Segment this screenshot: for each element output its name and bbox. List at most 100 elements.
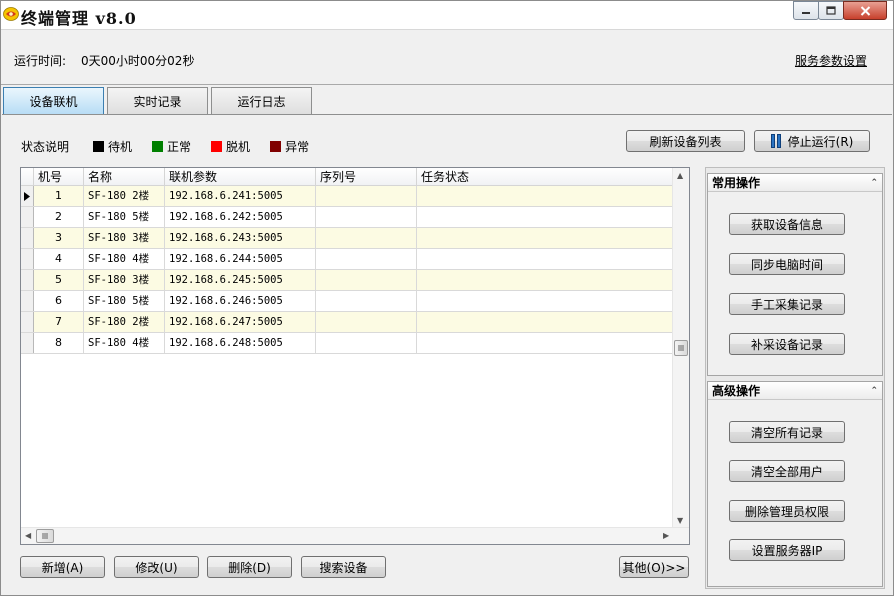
sync-pc-time-button[interactable]: 同步电脑时间	[729, 253, 845, 275]
tab-run-log[interactable]: 运行日志	[211, 87, 312, 115]
collapse-icon[interactable]: ⌃	[870, 178, 878, 188]
cell-task-status[interactable]	[417, 228, 673, 248]
header-task-status[interactable]: 任务状态	[417, 168, 673, 186]
cell-serial-no[interactable]	[316, 270, 417, 290]
cell-conn-params[interactable]: 192.168.6.246:5005	[165, 291, 316, 311]
edit-button[interactable]: 修改(U)	[114, 556, 199, 578]
table-row[interactable]: 3 SF-180 3楼 192.168.6.243:5005	[21, 228, 673, 249]
advanced-operations-title: 高级操作	[712, 384, 761, 398]
cell-name[interactable]: SF-180 5楼	[84, 291, 165, 311]
set-server-ip-button[interactable]: 设置服务器IP	[729, 539, 845, 561]
cell-serial-no[interactable]	[316, 249, 417, 269]
other-button[interactable]: 其他(O)>>	[619, 556, 689, 578]
cell-name[interactable]: SF-180 3楼	[84, 270, 165, 290]
cell-conn-params[interactable]: 192.168.6.241:5005	[165, 186, 316, 206]
cell-machine-no[interactable]: 5	[34, 270, 84, 290]
table-row[interactable]: 7 SF-180 2楼 192.168.6.247:5005	[21, 312, 673, 333]
cell-conn-params[interactable]: 192.168.6.247:5005	[165, 312, 316, 332]
clear-all-records-button[interactable]: 清空所有记录	[729, 421, 845, 443]
tab-device-online[interactable]: 设备联机	[3, 87, 104, 115]
cell-conn-params[interactable]: 192.168.6.242:5005	[165, 207, 316, 227]
table-row[interactable]: 8 SF-180 4楼 192.168.6.248:5005	[21, 333, 673, 354]
cell-conn-params[interactable]: 192.168.6.248:5005	[165, 333, 316, 353]
cell-machine-no[interactable]: 1	[34, 186, 84, 206]
cell-name[interactable]: SF-180 5楼	[84, 207, 165, 227]
cell-name[interactable]: SF-180 4楼	[84, 249, 165, 269]
scroll-up-icon[interactable]: ▲	[677, 171, 683, 180]
cell-machine-no[interactable]: 6	[34, 291, 84, 311]
header-conn-params[interactable]: 联机参数	[165, 168, 316, 186]
cell-serial-no[interactable]	[316, 186, 417, 206]
cell-name[interactable]: SF-180 4楼	[84, 333, 165, 353]
legend-item-standby: 待机	[93, 138, 132, 155]
window-controls	[793, 1, 887, 21]
cell-machine-no[interactable]: 2	[34, 207, 84, 227]
cell-task-status[interactable]	[417, 186, 673, 206]
cell-task-status[interactable]	[417, 249, 673, 269]
cell-machine-no[interactable]: 4	[34, 249, 84, 269]
maximize-button[interactable]	[818, 1, 844, 20]
row-indicator[interactable]	[21, 312, 34, 332]
refresh-device-list-button[interactable]: 刷新设备列表	[626, 130, 745, 152]
cell-conn-params[interactable]: 192.168.6.243:5005	[165, 228, 316, 248]
cell-task-status[interactable]	[417, 291, 673, 311]
vertical-scrollbar[interactable]: ▲ ▼	[672, 168, 689, 528]
cell-machine-no[interactable]: 3	[34, 228, 84, 248]
scroll-right-icon[interactable]: ▶	[663, 531, 669, 540]
scroll-left-icon[interactable]: ◀	[25, 531, 31, 540]
manual-collect-records-button[interactable]: 手工采集记录	[729, 293, 845, 315]
row-indicator[interactable]	[21, 249, 34, 269]
horizontal-scroll-thumb[interactable]	[36, 529, 54, 543]
cell-serial-no[interactable]	[316, 291, 417, 311]
collapse-icon[interactable]: ⌃	[870, 386, 878, 396]
cell-serial-no[interactable]	[316, 312, 417, 332]
maximize-icon	[826, 6, 836, 15]
add-button[interactable]: 新增(A)	[20, 556, 105, 578]
row-indicator[interactable]	[21, 186, 34, 206]
minimize-button[interactable]	[793, 1, 819, 20]
cell-task-status[interactable]	[417, 207, 673, 227]
stop-running-button[interactable]: 停止运行(R)	[754, 130, 870, 152]
cell-task-status[interactable]	[417, 312, 673, 332]
pause-icon	[770, 134, 783, 148]
recollect-device-records-button[interactable]: 补采设备记录	[729, 333, 845, 355]
service-settings-link[interactable]: 服务参数设置	[795, 52, 867, 69]
table-row[interactable]: 4 SF-180 4楼 192.168.6.244:5005	[21, 249, 673, 270]
row-indicator[interactable]	[21, 333, 34, 353]
close-button[interactable]	[843, 1, 887, 20]
clear-all-users-button[interactable]: 清空全部用户	[729, 460, 845, 482]
remove-admin-rights-button[interactable]: 删除管理员权限	[729, 500, 845, 522]
vertical-scroll-thumb[interactable]	[674, 340, 688, 356]
cell-machine-no[interactable]: 7	[34, 312, 84, 332]
header-serial-no[interactable]: 序列号	[316, 168, 417, 186]
search-devices-button[interactable]: 搜索设备	[301, 556, 386, 578]
get-device-info-button[interactable]: 获取设备信息	[729, 213, 845, 235]
cell-name[interactable]: SF-180 2楼	[84, 312, 165, 332]
cell-task-status[interactable]	[417, 333, 673, 353]
header-machine-no[interactable]: 机号	[34, 168, 84, 186]
horizontal-scrollbar[interactable]: ◀ ▶	[21, 527, 689, 544]
cell-name[interactable]: SF-180 3楼	[84, 228, 165, 248]
cell-conn-params[interactable]: 192.168.6.245:5005	[165, 270, 316, 290]
table-row[interactable]: 1 SF-180 2楼 192.168.6.241:5005	[21, 186, 673, 207]
row-indicator[interactable]	[21, 270, 34, 290]
cell-name[interactable]: SF-180 2楼	[84, 186, 165, 206]
cell-serial-no[interactable]	[316, 228, 417, 248]
table-row[interactable]: 6 SF-180 5楼 192.168.6.246:5005	[21, 291, 673, 312]
table-row[interactable]: 5 SF-180 3楼 192.168.6.245:5005	[21, 270, 673, 291]
device-table[interactable]: 机号 名称 联机参数 序列号 任务状态 1 SF-180 2楼 192.168.6.…	[20, 167, 690, 545]
delete-button[interactable]: 删除(D)	[207, 556, 292, 578]
cell-machine-no[interactable]: 8	[34, 333, 84, 353]
row-indicator[interactable]	[21, 291, 34, 311]
row-indicator[interactable]	[21, 207, 34, 227]
tab-realtime-records[interactable]: 实时记录	[107, 87, 208, 115]
cell-serial-no[interactable]	[316, 207, 417, 227]
row-indicator[interactable]	[21, 228, 34, 248]
cell-serial-no[interactable]	[316, 333, 417, 353]
main-window: 终端管理 v8.0 运行时间: 0天00小时00分02秒 服务参数设置 设备联机…	[0, 0, 894, 596]
cell-task-status[interactable]	[417, 270, 673, 290]
scroll-down-icon[interactable]: ▼	[677, 516, 683, 525]
table-row[interactable]: 2 SF-180 5楼 192.168.6.242:5005	[21, 207, 673, 228]
header-name[interactable]: 名称	[84, 168, 165, 186]
cell-conn-params[interactable]: 192.168.6.244:5005	[165, 249, 316, 269]
